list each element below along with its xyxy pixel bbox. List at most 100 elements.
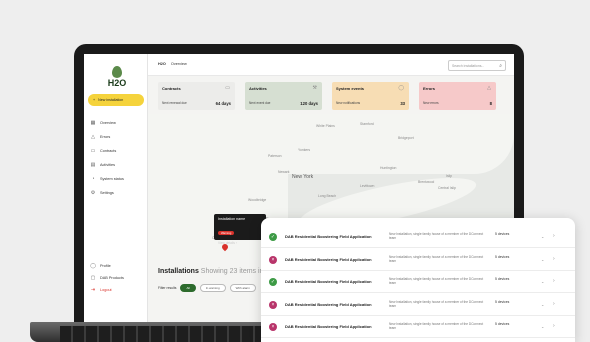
calendar-icon: ▤	[90, 162, 96, 168]
document-icon: ▭	[225, 85, 230, 91]
wrench-icon: ⚒	[312, 85, 317, 91]
breadcrumb-page: Overview	[170, 62, 187, 66]
card-title: Contracts	[162, 86, 181, 91]
filter-chip-all[interactable]: All	[180, 284, 196, 292]
warning-badge: Warning	[218, 231, 235, 235]
map-label: Long Beach	[318, 194, 337, 198]
breadcrumb: H2O Overview	[158, 62, 187, 66]
sidebar-bottom: ◯ Profile ▢ DAB Products ⇥ Logout	[90, 260, 146, 296]
search-input[interactable]: Search installations... ⌕	[448, 60, 506, 71]
card-value: 120 days	[300, 101, 318, 106]
chevron-right-icon[interactable]: ›	[553, 323, 555, 329]
card-value: 64 days	[215, 101, 231, 106]
chevron-right-icon[interactable]: ›	[553, 256, 555, 262]
warning-icon: △	[487, 85, 491, 91]
row-devices: 5 devices	[495, 232, 510, 236]
breadcrumb-app[interactable]: H2O	[158, 62, 166, 66]
map-label: Huntington	[380, 166, 397, 170]
warning-icon: △	[91, 134, 95, 140]
sidebar-item-activities[interactable]: ▤ Activities	[90, 158, 146, 172]
map-label: Islip	[446, 174, 453, 178]
sidebar-item-label: DAB Products	[100, 276, 124, 280]
summary-cards: Contracts ▭ Next renewal due 64 days Activit…	[158, 82, 498, 110]
table-row[interactable]: × DAB Residential Boostering Field Applic…	[261, 316, 575, 338]
row-name: DAB Residential Boostering Field Applica…	[285, 234, 372, 239]
map-tooltip: Installation name Warning View details ›	[214, 214, 266, 245]
summary-card-contracts[interactable]: Contracts ▭ Next renewal due 64 days	[158, 82, 235, 110]
card-label: Next event due	[249, 101, 271, 105]
chevron-right-icon[interactable]: ›	[553, 301, 555, 307]
filter-chip-with-alarm[interactable]: With alarm	[229, 284, 256, 292]
sidebar-item-contracts[interactable]: ▭ Contracts	[90, 144, 146, 158]
sidebar-item-overview[interactable]: ▦ Overview	[90, 116, 146, 130]
error-circle-icon: ×	[269, 323, 277, 331]
summary-card-activities[interactable]: Activities ⚒ Next event due 120 days	[245, 82, 322, 110]
sidebar-item-label: Profile	[100, 264, 111, 268]
row-name: DAB Residential Boostering Field Applica…	[285, 301, 372, 307]
map-label: Bridgeport	[398, 136, 414, 140]
sidebar-item-label: Overview	[100, 121, 116, 125]
summary-card-system-events[interactable]: System events ◯ New notifications 33	[332, 82, 409, 110]
sidebar-nav: ▦ Overview △ Errors ▭ Contracts ▤ Activities…	[90, 116, 146, 200]
sidebar-item-profile[interactable]: ◯ Profile	[90, 260, 146, 272]
row-devices: 5 devices	[495, 254, 510, 259]
row-devices: 5 devices	[495, 299, 510, 304]
sidebar-item-errors[interactable]: △ Errors	[90, 130, 146, 144]
map-label: White Plains	[316, 124, 335, 128]
row-name: DAB Residential Boostering Field Applica…	[285, 256, 372, 262]
error-circle-icon: ×	[269, 300, 277, 309]
sidebar-item-dab-products[interactable]: ▢ DAB Products	[90, 272, 146, 284]
row-description: New Installation, single family house of…	[389, 232, 484, 241]
chevron-down-icon[interactable]: ⌄	[541, 324, 544, 329]
chevron-down-icon[interactable]: ⌄	[541, 234, 544, 239]
card-title: Errors	[423, 86, 436, 91]
table-row[interactable]: ✓ DAB Residential Boostering Field Applic…	[261, 226, 575, 248]
view-details-link[interactable]: View details ›	[218, 241, 262, 245]
search-icon: ⌕	[499, 62, 502, 69]
card-title: Activities	[249, 86, 267, 91]
search-placeholder: Search installations...	[452, 63, 485, 68]
sidebar-item-label: Errors	[100, 135, 111, 139]
new-installation-button[interactable]: + New installation	[88, 94, 144, 106]
summary-card-errors[interactable]: Errors △ New errors 8	[419, 82, 496, 110]
map-label: Stamford	[360, 122, 374, 126]
chevron-down-icon[interactable]: ⌄	[541, 257, 544, 262]
error-circle-icon: ×	[269, 255, 277, 264]
logo: H2O	[104, 66, 130, 88]
chevron-right-icon[interactable]: ›	[553, 233, 555, 239]
installations-list: ✓ DAB Residential Boostering Field Applic…	[261, 218, 575, 342]
row-description: New Installation, single family house of…	[389, 322, 484, 331]
new-installation-label: New installation	[98, 98, 124, 102]
check-circle-icon: ✓	[269, 233, 277, 241]
card-title: System events	[336, 86, 365, 91]
sidebar: H2O + New installation ▦ Overview △ Errors…	[84, 54, 148, 322]
installations-title: Installations	[158, 268, 199, 275]
sidebar-item-settings[interactable]: ⚙ Settings	[90, 186, 146, 200]
map-label: Woodbridge	[248, 198, 267, 202]
sidebar-item-label: Settings	[100, 191, 114, 195]
row-devices: 5 devices	[495, 322, 510, 326]
table-row[interactable]: × DAB Residential Boostering Field Applic…	[261, 249, 575, 271]
filter-chip-in-warning[interactable]: In warning	[199, 284, 226, 292]
card-label: Next renewal due	[162, 101, 187, 105]
plus-icon: +	[93, 98, 96, 102]
view-details-label: View details	[218, 241, 235, 245]
gear-icon: ⚙	[90, 190, 96, 196]
map-label: Newark	[278, 170, 290, 174]
bell-icon: ◔	[91, 176, 95, 182]
tooltip-title: Installation name	[218, 217, 246, 221]
map-label: Levittown	[360, 184, 375, 188]
table-row[interactable]: ✓ DAB Residential Boostering Field Applic…	[261, 271, 575, 293]
sidebar-item-label: Contracts	[100, 149, 117, 153]
chevron-right-icon[interactable]: ›	[553, 278, 555, 284]
table-row[interactable]: × DAB Residential Boostering Field Applic…	[261, 294, 575, 316]
chevron-down-icon[interactable]: ⌄	[541, 302, 544, 307]
map-label: Central Islip	[438, 186, 456, 190]
chevron-right-icon: ›	[235, 241, 237, 245]
chevron-down-icon[interactable]: ⌄	[541, 279, 544, 284]
sidebar-item-system-status[interactable]: ◔ System status	[90, 172, 146, 186]
topbar: H2O Overview Search installations... ⌕	[148, 54, 514, 76]
sidebar-item-label: System status	[100, 177, 124, 181]
map-label: Brentwood	[418, 180, 435, 184]
sidebar-item-logout[interactable]: ⇥ Logout	[90, 284, 146, 296]
